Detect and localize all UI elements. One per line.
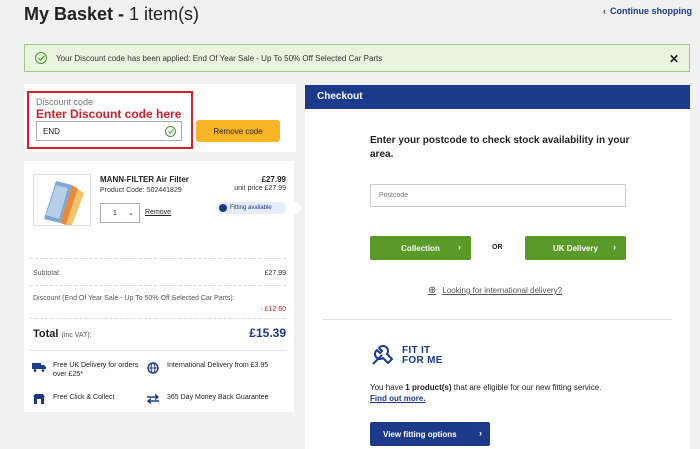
exchange-icon bbox=[146, 394, 160, 404]
discount-code-value: END bbox=[43, 126, 60, 136]
fit-logo-line2: FOR ME bbox=[402, 355, 443, 366]
uk-delivery-label: UK Delivery bbox=[553, 243, 598, 253]
close-icon[interactable]: ✕ bbox=[669, 52, 679, 66]
banner-message: Your Discount code has been applied: End… bbox=[56, 53, 383, 63]
continue-shopping-label: Continue shopping bbox=[610, 6, 692, 16]
fitting-badge-label: Fitting available bbox=[230, 205, 272, 211]
perk-text: Free UK Delivery for orders over £25* bbox=[53, 362, 139, 379]
discount-line-value: - £12.60 bbox=[260, 306, 286, 313]
postcode-input[interactable] bbox=[370, 184, 626, 207]
discount-line-label: Discount (End Of Year Sale - Up To 50% O… bbox=[33, 295, 235, 302]
international-delivery-link[interactable]: ⊕ Looking for international delivery? bbox=[428, 285, 562, 296]
collection-button[interactable]: Collection › bbox=[370, 236, 471, 260]
subtotal-label: Subtotal: bbox=[33, 270, 61, 277]
globe-icon: ⊕ bbox=[428, 285, 437, 296]
eligible-count: 1 product(s) bbox=[405, 383, 452, 392]
wrench-icon bbox=[219, 204, 227, 212]
perk-item: Free Click & Collect bbox=[32, 393, 142, 404]
item-unit-price: unit price £27.99 bbox=[234, 185, 286, 192]
check-circle-icon bbox=[165, 126, 176, 137]
fitting-available-badge: Fitting available bbox=[216, 202, 286, 214]
view-fitting-label: View fitting options bbox=[383, 429, 457, 439]
remove-item-link[interactable]: Remove bbox=[145, 209, 171, 216]
chevron-right-icon: › bbox=[458, 242, 461, 252]
page-title-main: My Basket - bbox=[24, 4, 130, 24]
eligible-prefix: You have bbox=[370, 383, 406, 392]
divider bbox=[30, 285, 286, 286]
total-label: Total (inc VAT): bbox=[33, 328, 92, 340]
stock-check-text: Enter your postcode to check stock avail… bbox=[370, 135, 630, 160]
truck-icon bbox=[32, 363, 46, 372]
uk-delivery-button[interactable]: UK Delivery › bbox=[525, 236, 626, 260]
perk-text: International Delivery from £3.95 bbox=[167, 362, 269, 369]
item-price: £27.99 bbox=[261, 175, 286, 184]
chevron-right-icon: › bbox=[613, 242, 616, 252]
perk-item: Free UK Delivery for orders over £25* bbox=[32, 361, 142, 380]
divider bbox=[30, 350, 286, 351]
subtotal-value: £27.99 bbox=[264, 270, 286, 277]
or-label: OR bbox=[492, 244, 503, 251]
remove-code-button[interactable]: Remove code bbox=[196, 120, 280, 142]
discount-code-input[interactable]: END bbox=[36, 121, 182, 141]
view-fitting-options-button[interactable]: View fitting options › bbox=[370, 422, 490, 446]
international-delivery-label: Looking for international delivery? bbox=[442, 286, 563, 295]
discount-applied-banner: Your Discount code has been applied: End… bbox=[24, 44, 690, 72]
discount-code-label: Discount code bbox=[36, 97, 94, 107]
page-title-count: 1 item(s) bbox=[129, 4, 200, 24]
continue-shopping-link[interactable]: ‹ Continue shopping bbox=[603, 6, 692, 16]
divider bbox=[30, 318, 286, 319]
perk-item: 365 Day Money Back Guarantee bbox=[146, 393, 291, 404]
total-label-text: Total bbox=[33, 328, 59, 340]
total-vat-note: (inc VAT): bbox=[61, 332, 92, 339]
wrench-logo-icon bbox=[372, 345, 393, 365]
divider bbox=[30, 258, 286, 259]
total-value: £15.39 bbox=[249, 326, 286, 340]
perk-item: International Delivery from £3.95 bbox=[146, 361, 276, 374]
discount-annotation: Enter Discount code here bbox=[36, 107, 182, 121]
globe-icon bbox=[147, 362, 159, 374]
chevron-left-icon: ‹ bbox=[603, 6, 607, 16]
find-out-more-link[interactable]: Find out more. bbox=[370, 394, 426, 403]
eligible-suffix: that are eligible for our new fitting se… bbox=[451, 383, 602, 392]
divider bbox=[323, 319, 672, 320]
product-code: Product Code: 502441829 bbox=[100, 187, 182, 194]
quantity-select[interactable]: 1 ⌄ bbox=[100, 203, 140, 223]
perk-text: 365 Day Money Back Guarantee bbox=[167, 394, 269, 401]
chevron-down-icon: ⌄ bbox=[128, 210, 134, 217]
quantity-value: 1 bbox=[113, 209, 117, 217]
checkout-heading: Checkout bbox=[305, 85, 690, 109]
fitting-eligible-text: You have 1 product(s) that are eligible … bbox=[370, 383, 601, 392]
product-image[interactable] bbox=[33, 174, 91, 226]
fit-it-for-me-logo: FIT IT FOR ME bbox=[370, 344, 443, 368]
store-icon bbox=[33, 394, 45, 404]
check-circle-icon bbox=[35, 52, 47, 64]
perk-text: Free Click & Collect bbox=[53, 394, 115, 401]
page-title: My Basket - 1 item(s) bbox=[24, 4, 199, 25]
chevron-right-icon: › bbox=[479, 428, 482, 438]
collection-label: Collection bbox=[401, 243, 440, 253]
product-name[interactable]: MANN-FILTER Air Filter bbox=[100, 175, 189, 184]
